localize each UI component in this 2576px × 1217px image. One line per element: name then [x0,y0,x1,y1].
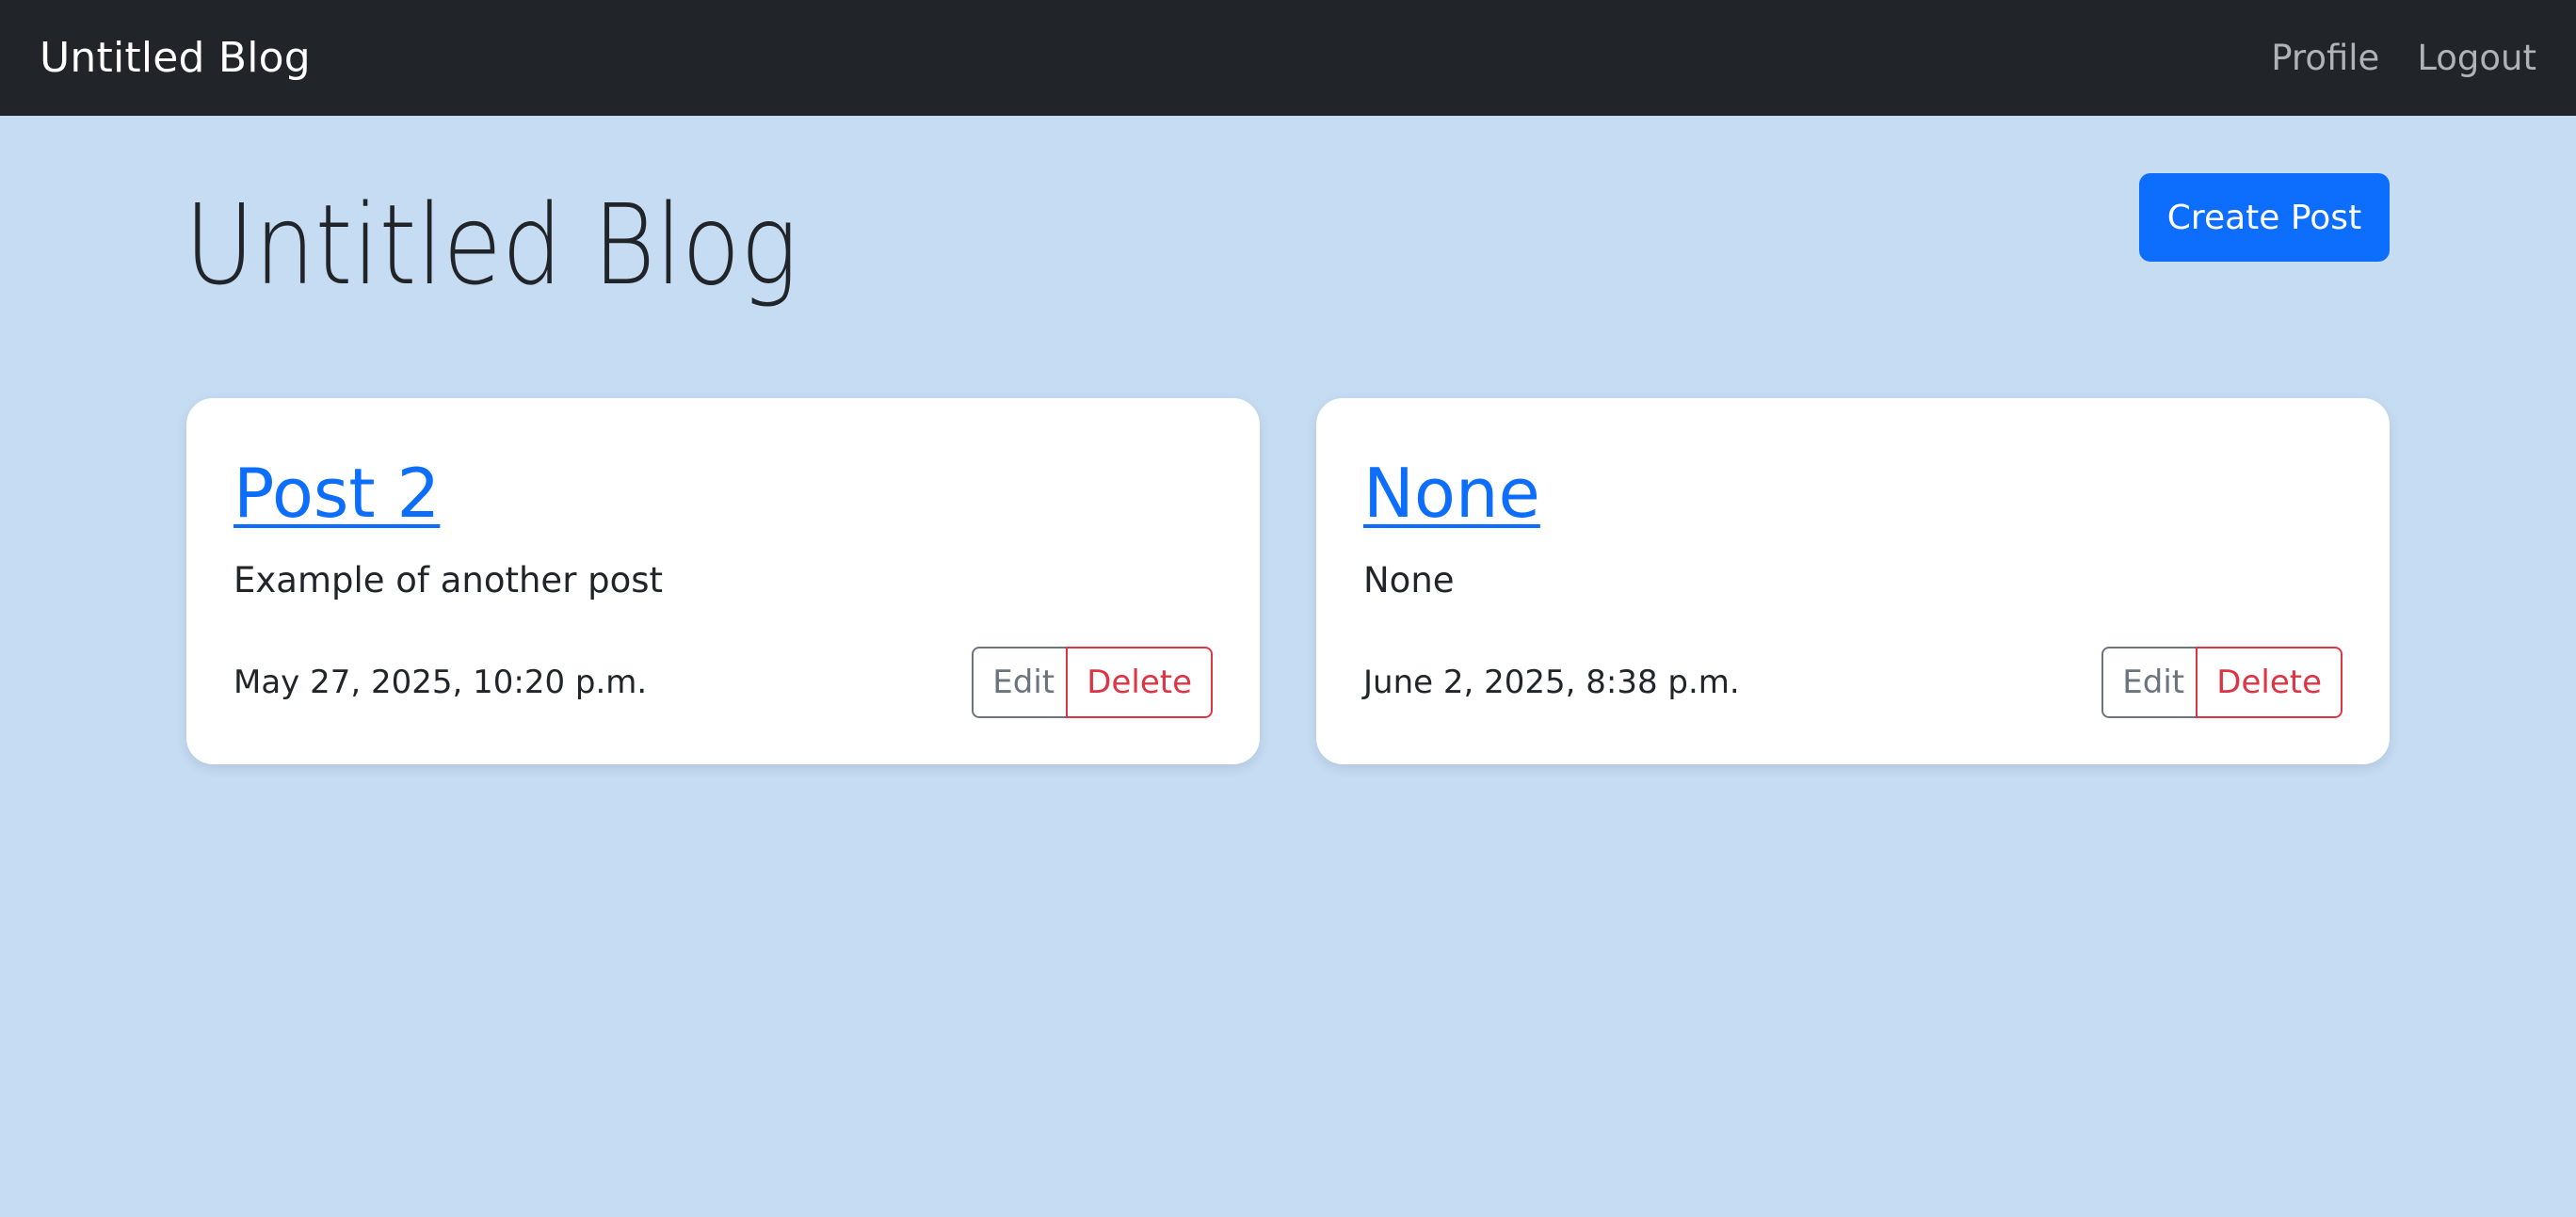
post-card: Post 2 Example of another post May 27, 2… [186,398,1260,764]
edit-button[interactable]: Edit [972,647,1069,718]
nav-link-profile[interactable]: Profile [2271,38,2379,78]
create-post-button[interactable]: Create Post [2139,173,2390,262]
page-title: Untitled Blog [185,180,798,310]
navbar-brand[interactable]: Untitled Blog [40,34,311,82]
edit-button[interactable]: Edit [2101,647,2198,718]
post-actions: Edit Delete [972,647,1213,718]
navbar: Untitled Blog Profile Logout [0,0,2576,116]
post-card: None None June 2, 2025, 8:38 p.m. Edit D… [1316,398,2390,764]
post-title-link[interactable]: Post 2 [233,453,440,534]
post-actions: Edit Delete [2101,647,2343,718]
delete-button[interactable]: Delete [2196,647,2343,718]
nav-links: Profile Logout [2271,38,2536,78]
delete-button[interactable]: Delete [1066,647,1213,718]
post-body: Example of another post [233,560,664,600]
post-body: None [1363,560,1455,600]
post-date: May 27, 2025, 10:20 p.m. [233,664,648,701]
nav-link-logout[interactable]: Logout [2417,38,2536,78]
post-title-link[interactable]: None [1363,453,1540,534]
post-date: June 2, 2025, 8:38 p.m. [1363,664,1740,701]
